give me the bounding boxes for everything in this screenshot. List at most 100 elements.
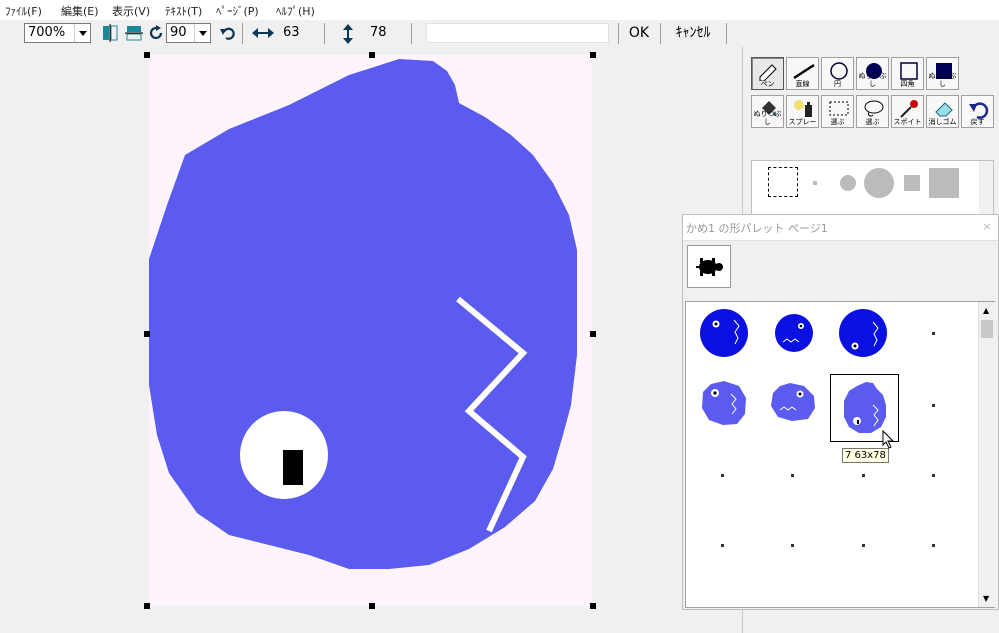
character-drawing [149, 59, 577, 569]
shape-thumb-4[interactable] [701, 380, 747, 426]
empty-slot[interactable] [862, 474, 865, 477]
tool-undo[interactable]: 戻す [961, 95, 994, 128]
zoom-select[interactable]: 700% [24, 23, 91, 43]
menu-page[interactable]: ﾍﾟｰｼﾞ(P) [216, 3, 259, 19]
separator [324, 23, 325, 44]
brush-strip-scrollbar[interactable] [979, 161, 993, 219]
shape-thumb-3[interactable] [837, 308, 889, 358]
brush-size-option[interactable] [864, 168, 894, 198]
height-arrow-icon [338, 23, 358, 44]
undo-icon [969, 102, 989, 119]
separator [726, 23, 727, 44]
shape-thumb-1[interactable] [698, 308, 750, 358]
empty-slot[interactable] [932, 474, 935, 477]
turtle-icon [696, 258, 723, 276]
empty-slot[interactable] [721, 544, 724, 547]
scroll-thumb[interactable] [981, 320, 993, 338]
brush-size-option[interactable] [929, 168, 959, 198]
resize-handle[interactable] [590, 52, 596, 58]
menu-file[interactable]: ﾌｧｲﾙ(F) [5, 3, 42, 19]
scroll-up-icon[interactable]: ▲ [983, 306, 989, 315]
drawing-canvas[interactable] [149, 55, 592, 606]
empty-slot[interactable] [932, 404, 935, 407]
menu-help[interactable]: ﾍﾙﾌﾟ(H) [276, 3, 315, 19]
tool-eyedropper[interactable]: スポイト [891, 95, 924, 128]
menu-bar: ﾌｧｲﾙ(F) 編集(E) 表示(V) ﾃｷｽﾄ(T) ﾍﾟｰｼﾞ(P) ﾍﾙﾌ… [0, 0, 999, 20]
tool-circle[interactable]: 円 [821, 57, 854, 90]
shape-grid: 7 63x78 ▲ ▼ [685, 301, 995, 608]
width-arrow-icon [251, 23, 275, 43]
separator [242, 23, 243, 44]
menu-view[interactable]: 表示(V) [112, 3, 150, 19]
empty-slot[interactable] [791, 474, 794, 477]
flip-vertical-icon[interactable] [124, 23, 144, 43]
close-icon[interactable]: × [979, 219, 995, 235]
resize-handle[interactable] [144, 603, 150, 609]
cancel-button[interactable]: ｷｬﾝｾﾙ [664, 22, 722, 45]
tool-line[interactable]: 直線 [786, 57, 819, 90]
undo-rotate-icon[interactable] [218, 23, 238, 43]
shape-thumb-6 [844, 382, 886, 433]
eye-pupil [283, 450, 303, 485]
flip-horizontal-icon[interactable] [100, 23, 120, 43]
resize-handle[interactable] [369, 52, 375, 58]
menu-edit[interactable]: 編集(E) [61, 3, 99, 19]
tool-filled-circle[interactable]: ぬりつぶし [856, 57, 889, 90]
shape-thumb-2[interactable] [773, 312, 815, 354]
palette-title: かめ1 の形パレット ページ1 [686, 222, 828, 235]
zoom-value: 700% [28, 25, 66, 40]
height-value: 78 [370, 25, 387, 40]
brush-size-option[interactable] [840, 175, 856, 191]
rotate-angle-select[interactable]: 90 [166, 23, 211, 43]
tool-pen[interactable]: ペン [751, 57, 784, 90]
width-value: 63 [283, 25, 300, 40]
blob-body [149, 59, 577, 569]
toolbar: 700% 90 63 78 OK ｷｬﾝｾﾙ [0, 20, 999, 48]
brush-size-option[interactable] [813, 181, 817, 185]
resize-handle[interactable] [590, 331, 596, 337]
line-icon [793, 63, 815, 80]
resize-handle[interactable] [369, 603, 375, 609]
lasso-select-icon [864, 100, 884, 117]
resize-handle[interactable] [144, 52, 150, 58]
empty-slot[interactable] [862, 544, 865, 547]
character-button[interactable] [687, 245, 731, 288]
shape-palette-window: かめ1 の形パレット ページ1 × 7 63x78 ▲ ▼ [682, 214, 999, 610]
shape-thumb-5[interactable] [770, 382, 816, 422]
brush-size-strip [751, 160, 994, 220]
menu-text[interactable]: ﾃｷｽﾄ(T) [165, 3, 202, 19]
scroll-down-icon[interactable]: ▼ [983, 594, 989, 603]
tool-paint-bucket[interactable]: ぬりつぶし [751, 95, 784, 128]
empty-slot[interactable] [932, 544, 935, 547]
tool-rect-select[interactable]: 選ぶ [821, 95, 854, 128]
brush-size-option[interactable] [904, 175, 920, 191]
status-field[interactable] [426, 23, 609, 43]
palette-scrollbar[interactable]: ▲ ▼ [978, 302, 995, 607]
pen-icon [759, 64, 777, 81]
palette-title-bar[interactable]: かめ1 の形パレット ページ1 × [683, 215, 998, 241]
tool-filled-rectangle[interactable]: ぬりつぶし [926, 57, 959, 90]
chevron-down-icon[interactable] [194, 24, 210, 42]
circle-icon [830, 62, 848, 80]
chevron-down-icon[interactable] [74, 24, 90, 42]
rect-select-icon [829, 101, 849, 116]
tool-lasso-select[interactable]: 選ぶ [856, 95, 889, 128]
empty-slot[interactable] [791, 544, 794, 547]
eraser-icon [935, 102, 953, 117]
spray-icon [794, 100, 812, 117]
rotate-icon[interactable] [146, 23, 166, 43]
empty-slot[interactable] [932, 332, 935, 335]
tool-rectangle[interactable]: 四角 [891, 57, 924, 90]
tool-spray[interactable]: スプレー [786, 95, 819, 128]
separator [411, 23, 412, 44]
separator [660, 23, 661, 44]
tool-eraser[interactable]: 消しゴム [926, 95, 959, 128]
ok-button[interactable]: OK [623, 22, 655, 45]
brush-size-selected[interactable] [768, 167, 798, 197]
resize-handle[interactable] [590, 603, 596, 609]
tooltip: 7 63x78 [842, 448, 889, 463]
separator [618, 23, 619, 44]
resize-handle[interactable] [144, 331, 150, 337]
mouse-cursor-icon [882, 430, 895, 449]
empty-slot[interactable] [721, 474, 724, 477]
